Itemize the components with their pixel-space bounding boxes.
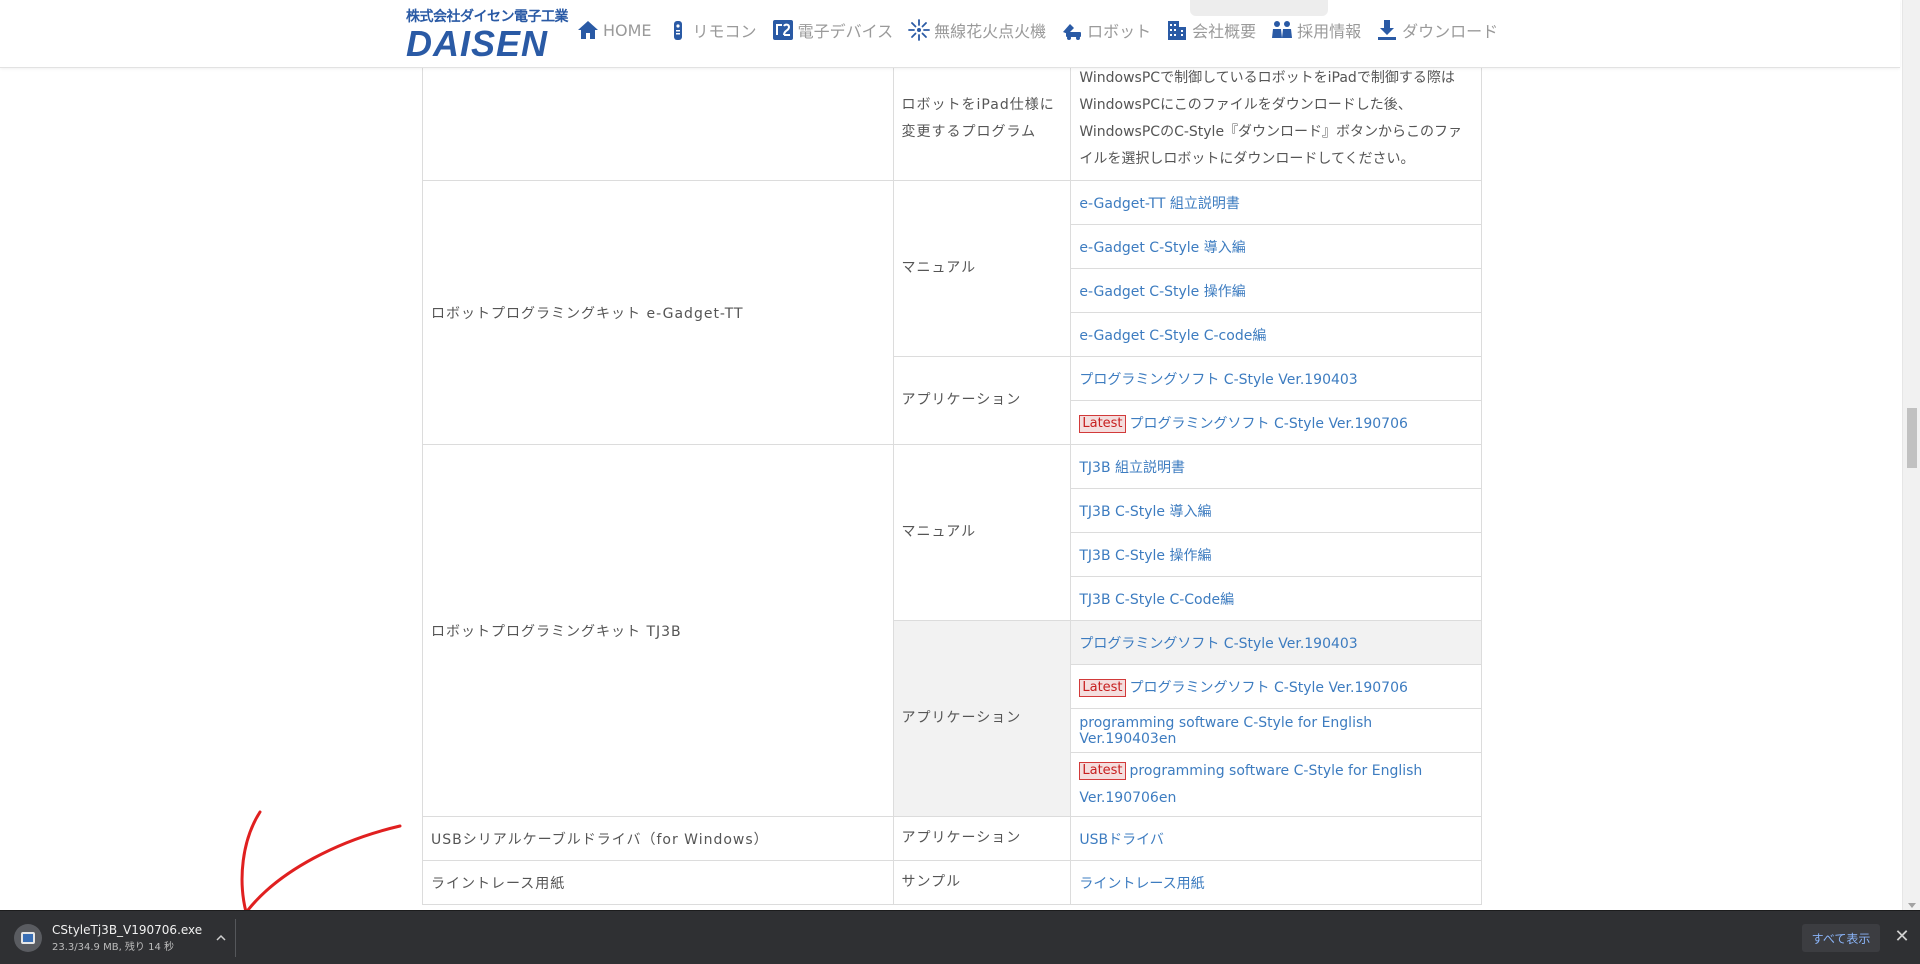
- nav-remote[interactable]: リモコン: [666, 18, 757, 42]
- download-link[interactable]: TJ3B C-Style 操作編: [1079, 548, 1211, 564]
- download-link[interactable]: e-Gadget C-Style 操作編: [1079, 284, 1245, 300]
- latest-badge: Latest: [1079, 761, 1126, 780]
- nav-company[interactable]: 会社概要: [1165, 18, 1256, 42]
- device-icon: [771, 18, 795, 42]
- building-icon: [1165, 18, 1189, 42]
- close-icon[interactable]: ✕: [1892, 927, 1912, 947]
- category-cell-sample: サンプル: [892, 860, 1072, 905]
- product-cell-linetrace: ライントレース用紙: [422, 860, 894, 905]
- nav-recruit[interactable]: 採用情報: [1270, 18, 1361, 42]
- scroll-down-arrow-icon[interactable]: [1908, 903, 1916, 908]
- annotation-arrow: [240, 810, 402, 915]
- download-link[interactable]: ライントレース用紙: [1079, 876, 1204, 892]
- show-all-downloads-button[interactable]: すべて表示: [1802, 924, 1880, 952]
- nav-devices-label: 電子デバイス: [797, 22, 894, 41]
- download-link[interactable]: TJ3B C-Style 導入編: [1079, 504, 1211, 520]
- robot-icon: [1060, 18, 1084, 42]
- site-header: 株式会社ダイセン電子工業 DAISEN HOME リモコン 電子デバイス 無線花…: [0, 0, 1900, 68]
- remote-icon: [666, 18, 690, 42]
- table-row: ロボットプログラミングキット e-Gadget-TT マニュアル e-Gadge…: [422, 180, 1482, 445]
- people-icon: [1270, 18, 1294, 42]
- download-link[interactable]: TJ3B C-Style C-Code編: [1079, 592, 1234, 608]
- download-table-container: ロボットをiPad仕様に変更するプログラム WindowsPCで制御しているロボ…: [422, 56, 1482, 905]
- category-cell-manual: マニュアル: [892, 444, 1072, 621]
- nav-fireworks[interactable]: 無線花火点火機: [907, 18, 1046, 42]
- nav-home[interactable]: HOME: [576, 18, 652, 42]
- nav-download-label: ダウンロード: [1402, 22, 1499, 41]
- download-link[interactable]: プログラミングソフト C-Style Ver.190403: [1079, 636, 1357, 652]
- description-cell: WindowsPCで制御しているロボットをiPadで制御する際はWindowsP…: [1070, 56, 1482, 181]
- download-link[interactable]: プログラミングソフト C-Style Ver.190706: [1130, 680, 1408, 696]
- download-link[interactable]: プログラミングソフト C-Style Ver.190403: [1079, 372, 1357, 388]
- product-cell-tj3b: ロボットプログラミングキット TJ3B: [422, 444, 894, 817]
- category-cell-manual: マニュアル: [892, 180, 1072, 357]
- category-cell-application: アプリケーション: [892, 620, 1072, 817]
- installer-file-icon: [14, 924, 42, 952]
- product-cell-usb: USBシリアルケーブルドライバ（for Windows）: [422, 816, 894, 861]
- download-progress-status: 23.3/34.9 MB, 残り 14 秒: [52, 941, 175, 953]
- scrollbar-thumb[interactable]: [1907, 408, 1917, 468]
- download-link[interactable]: USBドライバ: [1079, 832, 1163, 848]
- download-link[interactable]: programming software C-Style for English…: [1079, 763, 1422, 806]
- download-link[interactable]: e-Gadget C-Style 導入編: [1079, 240, 1245, 256]
- download-table: ロボットをiPad仕様に変更するプログラム WindowsPCで制御しているロボ…: [422, 56, 1482, 905]
- daisen-logo[interactable]: 株式会社ダイセン電子工業 DAISEN: [406, 6, 569, 64]
- download-item-text: CStyleTj3B_V190706.exe 23.3/34.9 MB, 残り …: [52, 922, 202, 955]
- nav-company-label: 会社概要: [1192, 22, 1257, 41]
- header-dropdown-tab: [1190, 0, 1328, 16]
- download-link[interactable]: e-Gadget C-Style C-code編: [1079, 328, 1266, 344]
- latest-badge: Latest: [1079, 414, 1126, 433]
- nav-remote-label: リモコン: [692, 22, 757, 41]
- fireworks-icon: [907, 18, 931, 42]
- nav-robot-label: ロボット: [1087, 22, 1152, 41]
- download-icon: [1375, 18, 1399, 42]
- download-item-divider: [235, 919, 236, 957]
- category-cell-application: アプリケーション: [892, 356, 1072, 445]
- product-cell: [422, 56, 894, 181]
- download-link[interactable]: programming software C-Style for English…: [1079, 715, 1372, 747]
- home-icon: [576, 18, 600, 42]
- category-cell: ロボットをiPad仕様に変更するプログラム: [892, 56, 1072, 181]
- nav-devices[interactable]: 電子デバイス: [771, 18, 894, 42]
- page-scrollbar[interactable]: [1902, 0, 1920, 910]
- download-file-name: CStyleTj3B_V190706.exe: [52, 922, 203, 937]
- product-cell-egadget: ロボットプログラミングキット e-Gadget-TT: [422, 180, 894, 445]
- nav-robot[interactable]: ロボット: [1060, 18, 1151, 42]
- chevron-up-icon[interactable]: [216, 933, 226, 943]
- latest-badge: Latest: [1079, 678, 1126, 697]
- download-shelf: CStyleTj3B_V190706.exe 23.3/34.9 MB, 残り …: [0, 910, 1920, 964]
- logo-wordmark: DAISEN: [406, 23, 549, 64]
- download-item[interactable]: CStyleTj3B_V190706.exe 23.3/34.9 MB, 残り …: [12, 911, 236, 964]
- table-row: ライントレース用紙 サンプル ライントレース用紙: [422, 860, 1482, 905]
- nav-download[interactable]: ダウンロード: [1375, 18, 1498, 42]
- table-row: ロボットプログラミングキット TJ3B マニュアル TJ3B 組立説明書: [422, 444, 1482, 817]
- download-link[interactable]: プログラミングソフト C-Style Ver.190706: [1130, 416, 1408, 432]
- category-cell-application: アプリケーション: [892, 816, 1072, 861]
- nav-recruit-label: 採用情報: [1297, 22, 1362, 41]
- nav-fireworks-label: 無線花火点火機: [934, 22, 1047, 41]
- nav-home-label: HOME: [603, 20, 652, 40]
- table-row: ロボットをiPad仕様に変更するプログラム WindowsPCで制御しているロボ…: [422, 56, 1482, 181]
- download-link[interactable]: TJ3B 組立説明書: [1079, 460, 1185, 476]
- table-row: USBシリアルケーブルドライバ（for Windows） アプリケーション US…: [422, 816, 1482, 861]
- download-link[interactable]: e-Gadget-TT 組立説明書: [1079, 196, 1240, 212]
- main-nav: HOME リモコン 電子デバイス 無線花火点火機 ロボット 会社概要 採用情報: [576, 18, 1498, 42]
